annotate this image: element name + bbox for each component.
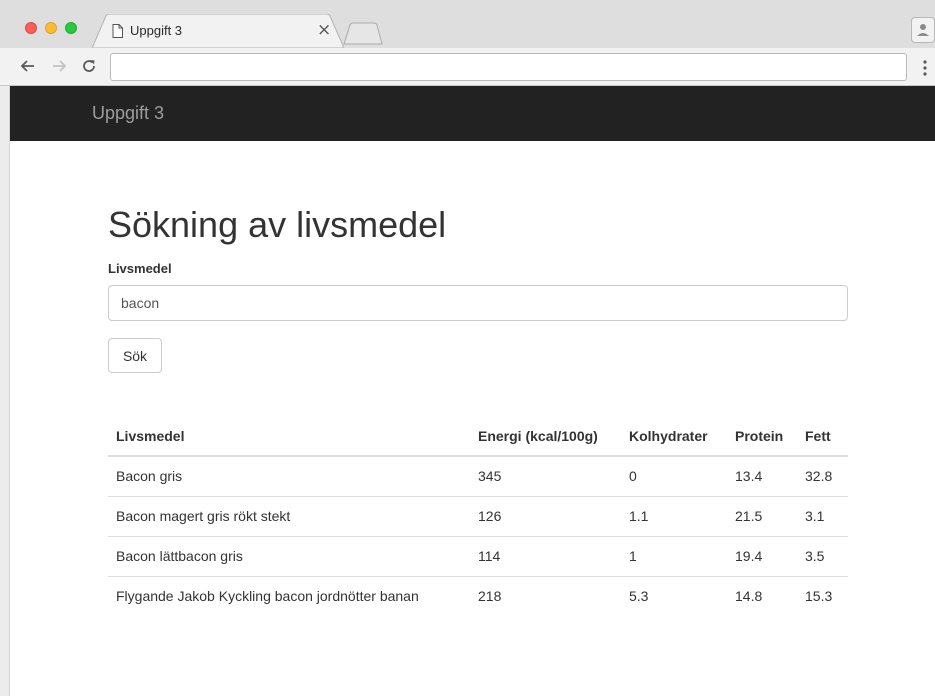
cell-fat: 3.5 bbox=[797, 536, 848, 577]
more-menu-icon[interactable] bbox=[922, 59, 928, 77]
cell-protein: 14.8 bbox=[735, 588, 763, 605]
browser-titlebar: Uppgift 3 × bbox=[0, 0, 935, 48]
cell-food: Bacon magert gris rökt stekt bbox=[108, 496, 470, 537]
results-table: Livsmedel Energi (kcal/100g) Kolhydrater… bbox=[108, 416, 848, 616]
back-arrow-icon[interactable] bbox=[19, 57, 37, 75]
cell-fat: 15.3 bbox=[805, 588, 833, 605]
reload-icon[interactable] bbox=[80, 57, 98, 75]
site-navbar: Uppgift 3 bbox=[10, 86, 935, 141]
cell-food: Flygande Jakob Kyckling bacon jordnötter… bbox=[116, 588, 419, 605]
cell-carbs: 1 bbox=[621, 536, 727, 577]
person-icon bbox=[917, 24, 929, 36]
cell-food: Bacon gris bbox=[108, 456, 470, 497]
browser-tab[interactable]: Uppgift 3 × bbox=[92, 14, 344, 48]
page-title: Sökning av livsmedel bbox=[108, 204, 447, 245]
table-header-row: Livsmedel Energi (kcal/100g) Kolhydrater… bbox=[108, 416, 848, 457]
address-bar[interactable] bbox=[110, 53, 907, 81]
table-row: Bacon magert gris rökt stekt 126 1.1 21.… bbox=[108, 496, 848, 537]
navbar-brand[interactable]: Uppgift 3 bbox=[92, 103, 164, 124]
document-icon bbox=[112, 24, 123, 38]
search-field-label: Livsmedel bbox=[108, 261, 172, 276]
cell-food: Bacon lättbacon gris bbox=[108, 536, 470, 577]
tab-title: Uppgift 3 bbox=[130, 23, 183, 38]
tab-close-icon[interactable]: × bbox=[317, 20, 331, 40]
profile-button[interactable] bbox=[911, 17, 935, 43]
search-input[interactable] bbox=[108, 285, 848, 321]
cell-carbs: 5.3 bbox=[629, 588, 649, 605]
window-edge bbox=[0, 86, 10, 696]
column-header-fat: Fett bbox=[797, 416, 848, 457]
forward-arrow-icon[interactable] bbox=[50, 57, 68, 75]
column-header-energy: Energi (kcal/100g) bbox=[470, 416, 621, 457]
cell-protein: 19.4 bbox=[727, 536, 797, 577]
table-row: Flygande Jakob Kyckling bacon jordnötter… bbox=[108, 576, 848, 616]
cell-energy: 218 bbox=[478, 588, 502, 605]
cell-energy: 114 bbox=[470, 536, 621, 577]
column-header-carbs: Kolhydrater bbox=[621, 416, 727, 457]
table-row: Bacon lättbacon gris 114 1 19.4 3.5 bbox=[108, 536, 848, 577]
search-button[interactable]: Sök bbox=[108, 338, 162, 373]
column-header-protein: Protein bbox=[727, 416, 797, 457]
cell-fat: 3.1 bbox=[797, 496, 848, 537]
cell-carbs: 1.1 bbox=[621, 496, 727, 537]
cell-fat: 32.8 bbox=[797, 456, 848, 497]
cell-energy: 345 bbox=[470, 456, 621, 497]
minimize-window-button[interactable] bbox=[45, 22, 57, 34]
column-header-food: Livsmedel bbox=[108, 416, 470, 457]
maximize-window-button[interactable] bbox=[65, 22, 77, 34]
table-row: Bacon gris 345 0 13.4 32.8 bbox=[108, 456, 848, 497]
cell-energy: 126 bbox=[470, 496, 621, 537]
cell-protein: 13.4 bbox=[727, 456, 797, 497]
close-window-button[interactable] bbox=[25, 22, 37, 34]
cell-protein: 21.5 bbox=[727, 496, 797, 537]
new-tab-button[interactable] bbox=[340, 22, 384, 46]
browser-toolbar bbox=[0, 48, 935, 86]
cell-carbs: 0 bbox=[621, 456, 727, 497]
